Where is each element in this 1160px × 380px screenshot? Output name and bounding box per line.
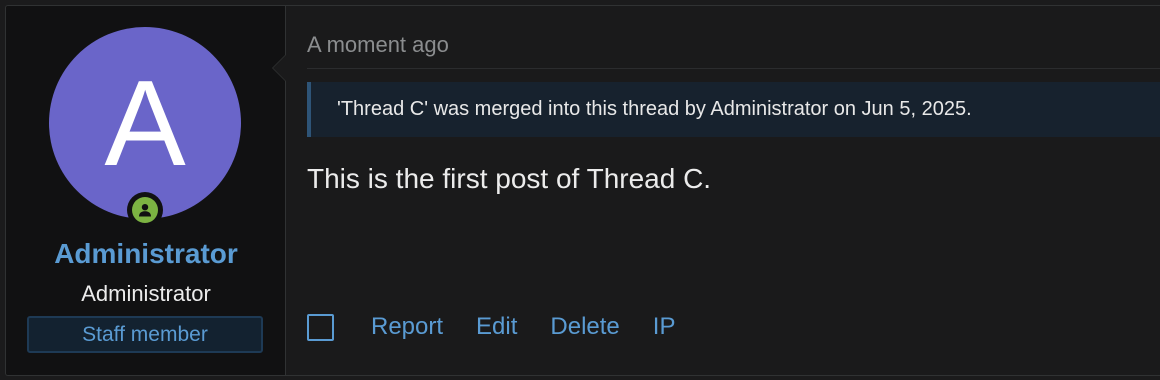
message-post: A Administrator Administrator Staff memb… [5, 5, 1160, 376]
user-title: Administrator [81, 281, 211, 306]
user-info-panel: A Administrator Administrator Staff memb… [6, 6, 286, 375]
ip-link[interactable]: IP [653, 313, 676, 341]
merge-notice: 'Thread C' was merged into this thread b… [307, 82, 1160, 137]
post-action-bar: Report Edit Delete IP [307, 310, 708, 344]
edit-link[interactable]: Edit [476, 313, 517, 341]
avatar[interactable]: A [49, 27, 241, 219]
delete-link[interactable]: Delete [550, 313, 619, 341]
username-link[interactable]: Administrator [6, 238, 286, 270]
header-divider [307, 68, 1160, 69]
online-status-badge [127, 192, 163, 228]
user-circle-icon [132, 197, 158, 223]
post-timestamp[interactable]: A moment ago [307, 32, 449, 58]
speech-arrow [272, 54, 286, 82]
message-body: This is the first post of Thread C. [307, 163, 712, 194]
checkbox-icon[interactable] [307, 313, 334, 341]
report-link[interactable]: Report [371, 313, 443, 341]
message-main: A moment ago 'Thread C' was merged into … [286, 6, 1160, 375]
staff-member-banner: Staff member [27, 316, 263, 353]
